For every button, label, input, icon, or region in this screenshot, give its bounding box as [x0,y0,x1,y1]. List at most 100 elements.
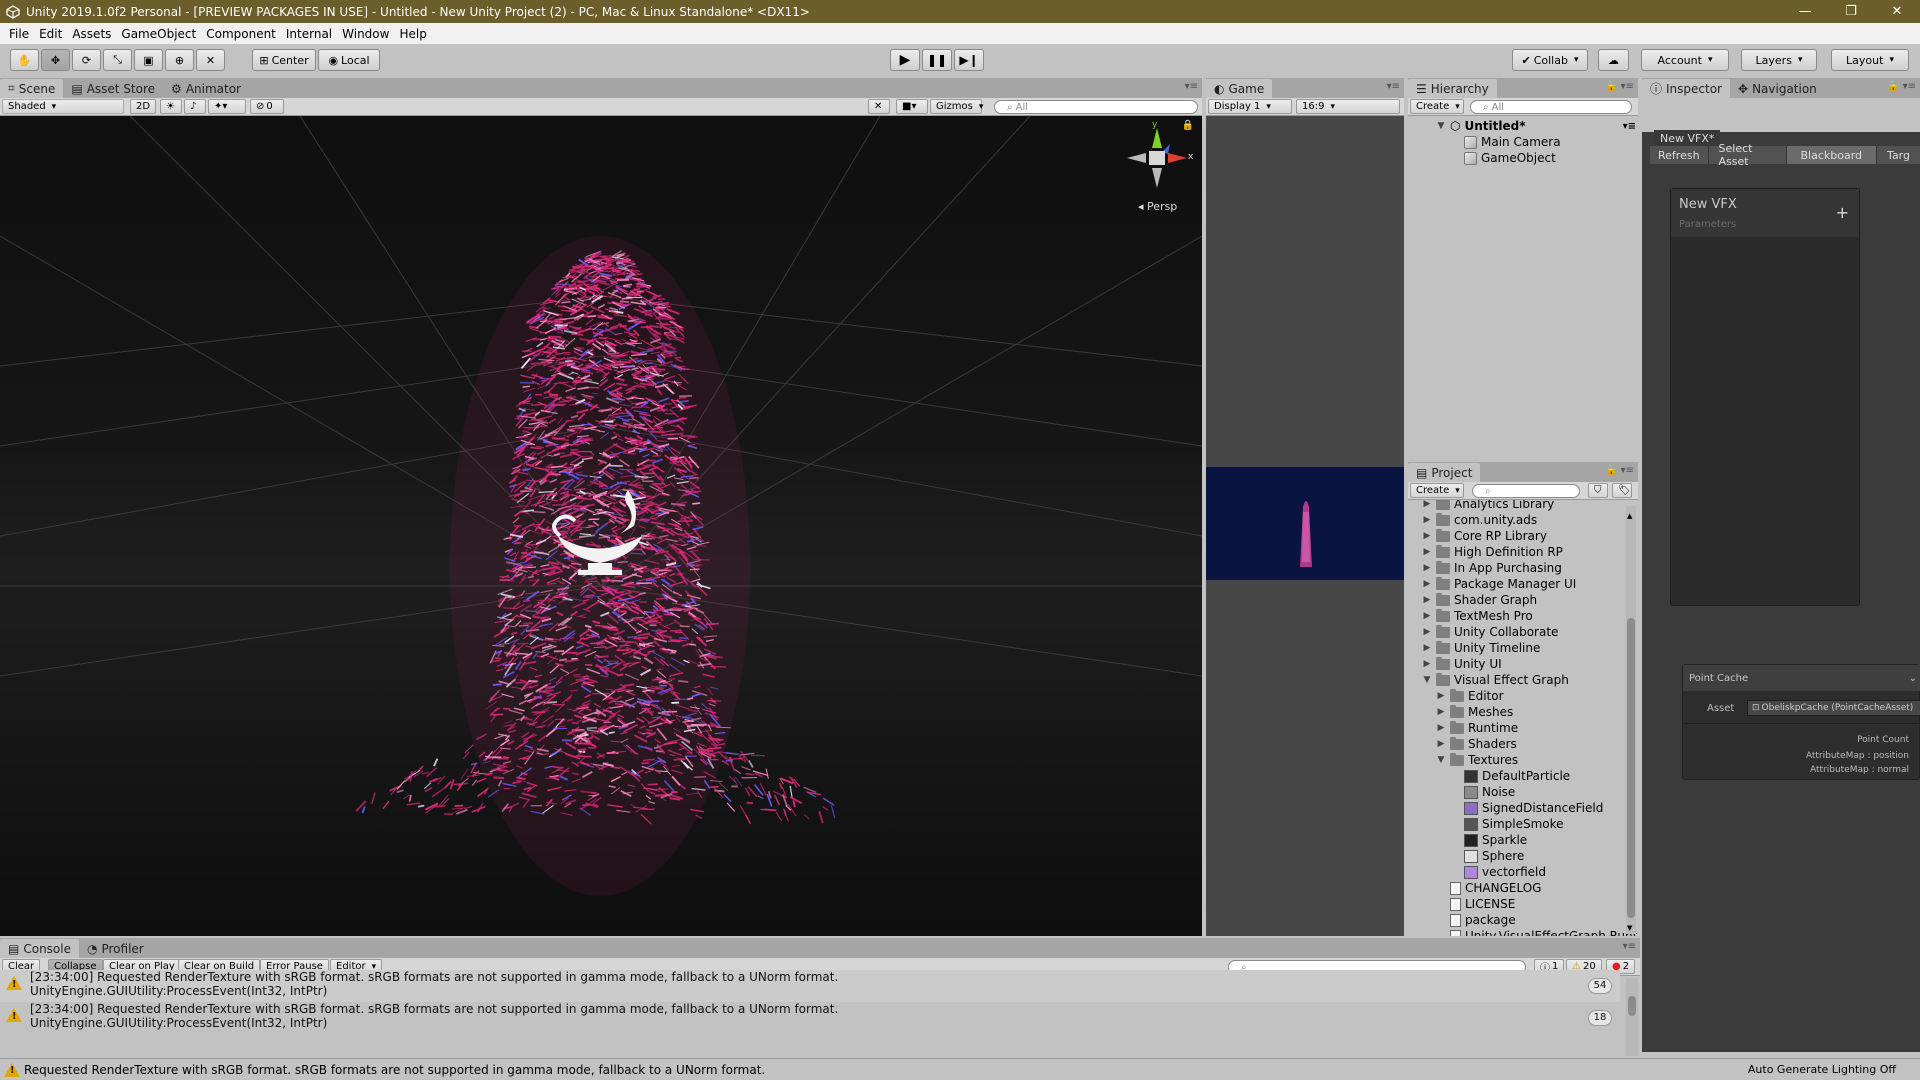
aspect-dropdown[interactable]: 16:9 [1296,99,1400,114]
move-tool-icon[interactable]: ✥ [41,49,70,71]
project-item[interactable]: vectorfield [1450,864,1546,880]
expand-arrow-icon[interactable]: ▶ [1436,739,1446,749]
hidden-objects-button[interactable]: ⊘ 0 [250,99,284,114]
menu-component[interactable]: Component [201,27,281,41]
play-button[interactable]: ▶ [890,49,920,71]
project-item[interactable]: SimpleSmoke [1450,816,1564,832]
vfx-tab[interactable]: New VFX* [1654,130,1721,146]
project-item[interactable]: ▶ TextMesh Pro [1422,608,1533,624]
expand-arrow-icon[interactable]: ▶ [1422,595,1432,605]
custom-tool-icon[interactable]: ✕ [196,49,225,71]
collapse-arrow-icon[interactable]: ▼ [1436,755,1446,765]
project-item[interactable]: ▶ Unity Timeline [1422,640,1540,656]
expand-arrow-icon[interactable]: ▶ [1436,707,1446,717]
tab-animator[interactable]: ⚙ Animator [163,79,249,98]
target-button[interactable]: Targ [1877,146,1920,164]
console-entry[interactable]: [23:34:00] Requested RenderTexture with … [0,970,1620,1002]
gizmos-dropdown[interactable]: Gizmos [930,99,982,114]
point-cache-node[interactable]: Point Cache ⌄ Asset ⊡ ObeliskpCache (Point… [1682,664,1920,780]
tab-inspector[interactable]: ⓘ Inspector [1642,79,1730,98]
asset-object-field[interactable]: ⊡ ObeliskpCache (PointCacheAsset) [1747,700,1920,716]
project-item[interactable]: ▶ Analytics Library [1422,500,1554,512]
shading-mode-dropdown[interactable]: Shaded [2,99,124,114]
pivot-local-button[interactable]: ◉ Local [318,49,380,71]
collapse-arrow-icon[interactable]: ▼ [1422,675,1432,685]
refresh-button[interactable]: Refresh [1650,146,1709,164]
rotate-tool-icon[interactable]: ⟳ [72,49,101,71]
project-item[interactable]: ▶ Package Manager UI [1422,576,1576,592]
project-item[interactable]: ▶ Unity UI [1422,656,1502,672]
project-create-dropdown[interactable]: Create [1410,483,1464,498]
toggle-2d-button[interactable]: 2D [130,99,156,114]
project-item[interactable]: SignedDistanceField [1450,800,1603,816]
step-button[interactable]: ▶❙ [954,49,984,71]
project-item[interactable]: ▼ Textures [1436,752,1518,768]
expand-arrow-icon[interactable]: ▶ [1422,547,1432,557]
tab-project[interactable]: ▤ Project [1408,463,1481,482]
account-dropdown[interactable]: Account [1641,49,1729,71]
menu-help[interactable]: Help [394,27,431,41]
pivot-center-button[interactable]: ⊞ Center [252,49,316,71]
expand-arrow-icon[interactable]: ▶ [1422,531,1432,541]
project-item[interactable]: ▶ Core RP Library [1422,528,1547,544]
expand-arrow-icon[interactable]: ▶ [1422,643,1432,653]
project-item[interactable]: CHANGELOG [1436,880,1541,896]
scroll-down-icon[interactable]: ▼ [1627,924,1632,932]
lighting-toggle-icon[interactable]: ☀ [160,99,182,114]
project-item[interactable]: ▶ High Definition RP [1422,544,1563,560]
project-item[interactable]: ▶ In App Purchasing [1422,560,1562,576]
pane-menu-icon[interactable]: ▾≡ [1623,941,1636,952]
tab-scene[interactable]: ⌗ Scene [0,79,64,98]
maximize-button[interactable]: ❐ [1828,0,1874,23]
expand-arrow-icon[interactable]: ▶ [1422,659,1432,669]
project-item[interactable]: ▶ Editor [1436,688,1504,704]
lock-icon[interactable]: 🔒 [1182,120,1194,131]
pane-menu-icon[interactable]: ▾≡ [1185,81,1198,92]
project-item[interactable]: ▶ Unity Collaborate [1422,624,1558,640]
expand-arrow-icon[interactable]: ▶ [1422,611,1432,621]
menu-window[interactable]: Window [337,27,394,41]
hierarchy-create-dropdown[interactable]: Create [1410,99,1464,114]
hierarchy-item[interactable]: Main Camera [1464,134,1561,150]
menu-file[interactable]: File [4,27,34,41]
scene-row[interactable]: ▼ ⬡ Untitled* ▾≡ [1436,118,1636,134]
scene-menu-icon[interactable]: ▾≡ [1623,121,1636,132]
project-item[interactable]: package [1436,912,1516,928]
project-search-input[interactable]: ⌕ [1472,484,1580,498]
hand-tool-icon[interactable]: ✋ [10,49,39,71]
project-item[interactable]: Sphere [1450,848,1524,864]
project-item[interactable]: ▶ Shader Graph [1422,592,1537,608]
expand-arrow-icon[interactable]: ▶ [1422,627,1432,637]
menu-assets[interactable]: Assets [67,27,116,41]
pane-menu-icon[interactable]: ▾≡ [1387,81,1400,92]
close-button[interactable]: ✕ [1874,0,1920,23]
game-viewport[interactable] [1206,116,1404,936]
tools-icon[interactable]: ✕ [868,99,890,114]
scale-tool-icon[interactable]: ⤡ [103,49,132,71]
hierarchy-item[interactable]: GameObject [1464,150,1556,166]
expand-arrow-icon[interactable]: ▶ [1436,691,1446,701]
layout-dropdown[interactable]: Layout [1831,49,1909,71]
console-scrollbar[interactable] [1626,978,1638,1056]
persp-label-wrap[interactable]: ◂ Persp [1138,200,1177,213]
scroll-up-icon[interactable]: ▲ [1627,512,1632,520]
filter-label-icon[interactable]: 🏷 [1612,483,1632,498]
camera-dropdown-icon[interactable]: ■▾ [896,99,928,114]
display-dropdown[interactable]: Display 1 [1208,99,1292,114]
tab-navigation[interactable]: ✥ Navigation [1730,79,1825,98]
menu-edit[interactable]: Edit [34,27,67,41]
expand-arrow-icon[interactable]: ▶ [1436,723,1446,733]
scene-viewport[interactable]: y x ◂ Persp 🔒 [0,116,1202,936]
scrollbar-thumb[interactable] [1628,996,1636,1016]
expand-arrow-icon[interactable]: ▶ [1422,515,1432,525]
scrollbar-thumb[interactable] [1627,618,1635,918]
effects-dropdown-icon[interactable]: ✦▾ [208,99,246,114]
hierarchy-search-input[interactable]: ⌕ All [1470,100,1632,114]
project-item[interactable]: Sparkle [1450,832,1527,848]
tab-hierarchy[interactable]: ☰ Hierarchy [1408,79,1497,98]
tab-console[interactable]: ▤ Console [0,939,79,958]
blackboard-toggle[interactable]: Blackboard [1786,146,1878,164]
tab-asset-store[interactable]: ▤ Asset Store [63,79,163,98]
pane-menu-icon[interactable]: 🔒 ▾≡ [1887,81,1916,92]
scene-gizmo[interactable]: y x ◂ Persp [1122,120,1193,214]
